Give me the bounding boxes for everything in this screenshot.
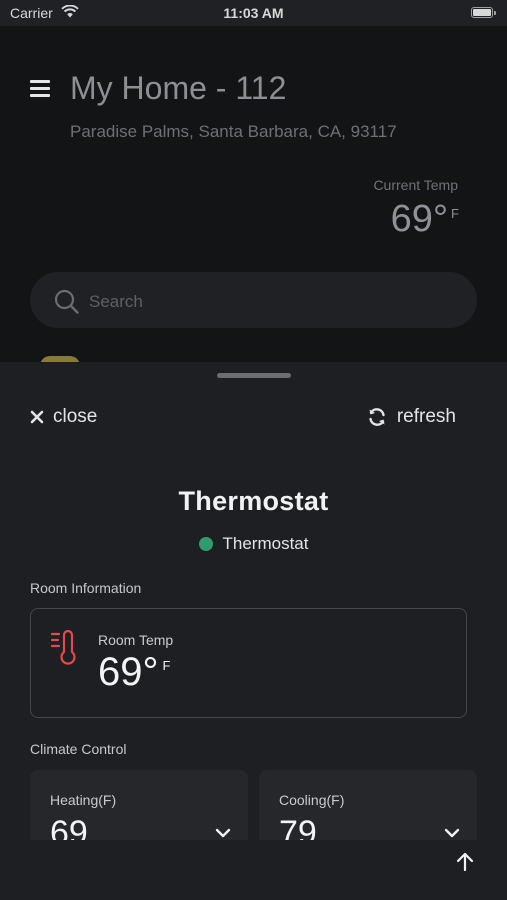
refresh-label: refresh xyxy=(396,406,456,427)
current-temp-number: 69° xyxy=(390,198,449,240)
search-icon xyxy=(54,289,80,320)
arrow-up-icon xyxy=(456,852,474,872)
chevron-down-icon xyxy=(444,828,460,838)
room-temp-number: 69° xyxy=(98,650,159,694)
thermometer-icon xyxy=(50,629,80,671)
status-dot xyxy=(198,537,213,551)
refresh-icon xyxy=(369,408,385,426)
room-info-card xyxy=(30,608,467,718)
chevron-down-icon xyxy=(215,828,231,838)
refresh-button[interactable]: refresh xyxy=(367,405,456,429)
current-temp-unit: F xyxy=(451,206,459,221)
battery-icon xyxy=(471,7,496,18)
close-label: close xyxy=(53,406,98,427)
bottom-bar xyxy=(0,840,507,900)
home-title: My Home - 112 xyxy=(70,70,287,106)
home-address: Paradise Palms, Santa Barbara, CA, 93117 xyxy=(70,122,397,141)
device-status-text: Thermostat xyxy=(222,534,309,553)
current-temp-value: 69° F xyxy=(391,198,459,241)
close-button[interactable]: close xyxy=(30,405,97,429)
cooling-label: Cooling(F) xyxy=(279,792,345,808)
current-temp-label: Current Temp xyxy=(373,177,458,193)
room-temp-unit: F xyxy=(162,658,171,673)
room-temp-value: 69° F xyxy=(98,650,170,695)
sheet-drag-handle[interactable] xyxy=(217,373,291,378)
room-temp-label: Room Temp xyxy=(98,632,174,648)
search-placeholder: Search xyxy=(89,292,143,311)
device-title: Thermostat xyxy=(178,486,329,516)
climate-control-label: Climate Control xyxy=(30,741,127,757)
room-information-label: Room Information xyxy=(30,580,142,596)
status-time: 11:03 AM xyxy=(223,5,284,21)
scroll-to-top-button[interactable] xyxy=(454,851,476,873)
device-status: Thermostat xyxy=(0,534,507,554)
menu-icon[interactable] xyxy=(30,80,50,98)
close-icon xyxy=(30,410,44,424)
heating-label: Heating(F) xyxy=(50,792,117,808)
